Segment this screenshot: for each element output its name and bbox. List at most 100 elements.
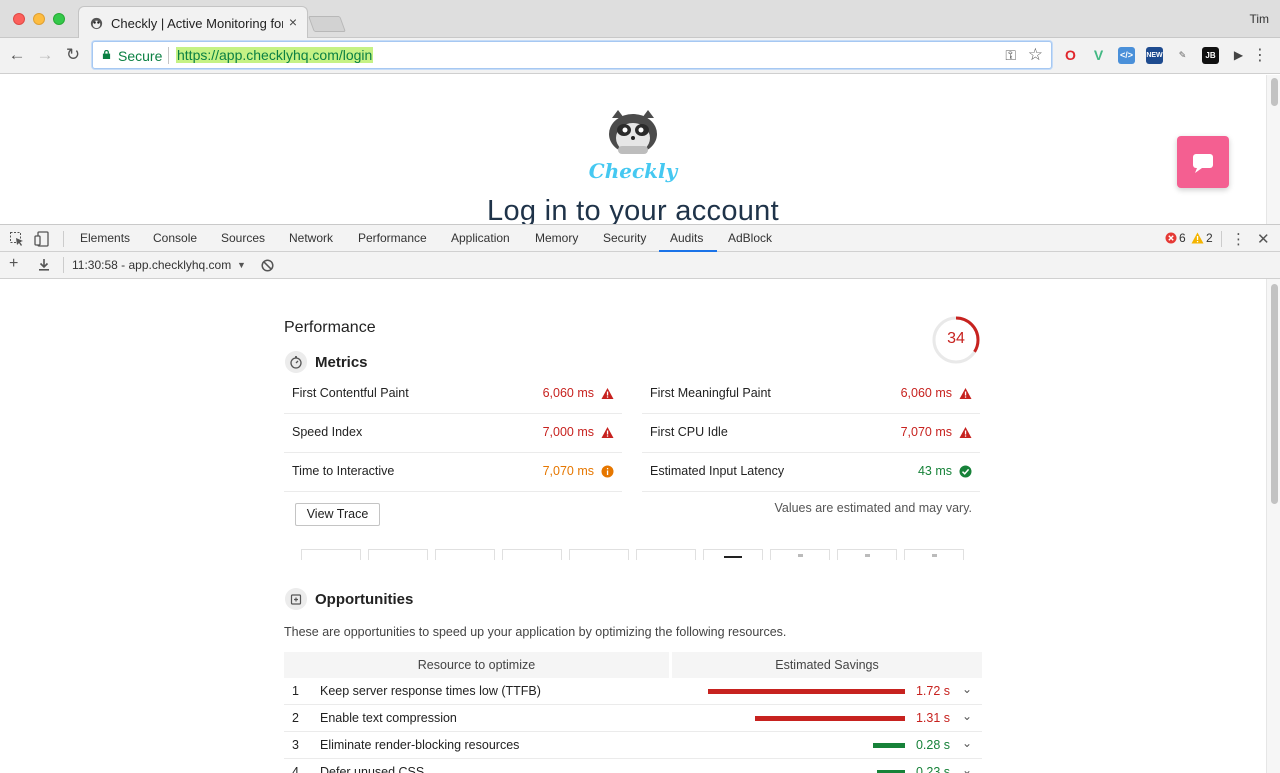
devtools-separator xyxy=(63,231,64,247)
devtools-scrollbar[interactable] xyxy=(1266,279,1280,773)
filmstrip-frame xyxy=(301,549,361,560)
tab-close-icon[interactable]: × xyxy=(289,14,297,30)
fail-triangle-icon xyxy=(601,388,614,399)
blue-extension-icon[interactable]: </> xyxy=(1118,47,1135,64)
secure-label: Secure xyxy=(118,48,163,64)
clear-reports-icon[interactable] xyxy=(261,259,274,272)
download-report-icon[interactable] xyxy=(37,258,51,272)
metric-row: First CPU Idle 7,070 ms xyxy=(642,414,980,453)
metric-row: Estimated Input Latency 43 ms xyxy=(642,453,980,492)
opera-extension-icon[interactable]: O xyxy=(1062,47,1079,64)
tab-adblock[interactable]: AdBlock xyxy=(728,231,772,245)
filmstrip-frame xyxy=(770,549,830,560)
tab-application[interactable]: Application xyxy=(451,231,510,245)
audit-report: Performance 34 Metrics First Contentful … xyxy=(0,279,1266,773)
close-devtools-icon[interactable]: ✕ xyxy=(1257,230,1270,248)
tab-security[interactable]: Security xyxy=(603,231,646,245)
view-trace-button[interactable]: View Trace xyxy=(295,503,380,526)
chevron-down-icon[interactable]: ⌄ xyxy=(962,736,972,750)
error-count[interactable]: 6 xyxy=(1179,231,1186,245)
metric-value: 7,000 ms xyxy=(542,425,594,439)
devtools-menu-icon[interactable]: ⋮ xyxy=(1231,230,1246,248)
opportunities-description: These are opportunities to speed up your… xyxy=(284,625,787,639)
tab-network[interactable]: Network xyxy=(289,231,333,245)
savings-bar xyxy=(708,689,905,694)
metrics-title: Metrics xyxy=(315,354,368,371)
chat-button[interactable] xyxy=(1177,136,1229,188)
opportunity-row[interactable]: 4 Defer unused CSS 0.23 s ⌄ xyxy=(284,759,982,773)
opportunity-row[interactable]: 2 Enable text compression 1.31 s ⌄ xyxy=(284,705,982,732)
tab-sources[interactable]: Sources xyxy=(221,231,265,245)
estimated-note: Values are estimated and may vary. xyxy=(774,501,972,515)
back-arrow-icon[interactable]: ← xyxy=(7,45,27,65)
chat-bubble-icon xyxy=(1193,154,1213,173)
page-scrollbar-thumb[interactable] xyxy=(1271,78,1278,106)
tab-audits[interactable]: Audits xyxy=(670,231,703,245)
camera-extension-icon[interactable]: ▶ xyxy=(1230,47,1247,64)
metric-value: 6,060 ms xyxy=(542,386,594,400)
page-viewport: Checkly Log in to your account xyxy=(0,75,1266,224)
device-toolbar-icon[interactable] xyxy=(34,231,50,247)
new-tab-button[interactable] xyxy=(308,16,346,32)
metric-label: Estimated Input Latency xyxy=(650,464,785,478)
metric-label: Time to Interactive xyxy=(292,464,395,478)
tab-console[interactable]: Console xyxy=(153,231,197,245)
opportunities-title: Opportunities xyxy=(315,591,414,608)
browser-menu-icon[interactable]: ⋮ xyxy=(1252,45,1268,65)
tab-elements[interactable]: Elements xyxy=(80,231,130,245)
opportunity-number: 1 xyxy=(292,684,299,698)
chevron-down-icon[interactable]: ⌄ xyxy=(962,682,972,696)
forward-arrow-icon[interactable]: → xyxy=(35,45,55,65)
devtools-scrollbar-thumb[interactable] xyxy=(1271,284,1278,504)
bookmark-star-icon[interactable]: ☆ xyxy=(1028,45,1043,65)
metric-label: First CPU Idle xyxy=(650,425,728,439)
address-bar[interactable]: Secure https://app.checklyhq.com/login ⚿… xyxy=(92,41,1052,69)
filmstrip-frame xyxy=(636,549,696,560)
jetbrains-extension-icon[interactable]: JB xyxy=(1202,47,1219,64)
report-selector[interactable]: 11:30:58 - app.checklyhq.com xyxy=(72,258,231,272)
page-scrollbar[interactable] xyxy=(1266,75,1280,224)
metric-value: 43 ms xyxy=(917,464,952,478)
report-dropdown-chevron-icon[interactable]: ▼ xyxy=(237,260,246,270)
chevron-down-icon[interactable]: ⌄ xyxy=(962,763,972,773)
error-icon xyxy=(1165,232,1177,244)
opportunity-row[interactable]: 1 Keep server response times low (TTFB) 1.… xyxy=(284,678,982,705)
lock-icon xyxy=(102,50,111,59)
raccoon-favicon-icon xyxy=(90,17,103,30)
filmstrip-frame xyxy=(569,549,629,560)
opportunity-label: Keep server response times low (TTFB) xyxy=(320,684,541,698)
url-text[interactable]: https://app.checklyhq.com/login xyxy=(176,47,374,63)
tab-memory[interactable]: Memory xyxy=(535,231,578,245)
opportunity-row[interactable]: 3 Eliminate render-blocking resources 0.28… xyxy=(284,732,982,759)
metric-row: First Contentful Paint 6,060 ms xyxy=(284,375,622,414)
average-info-icon xyxy=(601,465,614,478)
new-extension-icon[interactable]: NEW xyxy=(1146,47,1163,64)
warning-count[interactable]: 2 xyxy=(1206,231,1213,245)
key-icon[interactable]: ⚿ xyxy=(1005,47,1016,64)
stopwatch-icon xyxy=(285,351,307,373)
savings-value: 1.31 s xyxy=(915,711,950,725)
inspect-element-icon[interactable] xyxy=(9,231,25,247)
reload-icon[interactable]: ↻ xyxy=(63,45,83,65)
metric-value: 6,060 ms xyxy=(900,386,952,400)
profile-name[interactable]: Tim xyxy=(1249,12,1269,26)
chevron-down-icon[interactable]: ⌄ xyxy=(962,709,972,723)
pass-check-icon xyxy=(959,465,972,478)
vue-devtools-extension-icon[interactable]: V xyxy=(1090,47,1107,64)
pen-extension-icon[interactable]: ✎ xyxy=(1174,47,1191,64)
maximize-window-button[interactable] xyxy=(53,13,65,25)
address-separator xyxy=(168,47,169,64)
metric-row: Time to Interactive 7,070 ms xyxy=(284,453,622,492)
tab-performance[interactable]: Performance xyxy=(358,231,427,245)
metric-label: Speed Index xyxy=(292,425,363,439)
close-window-button[interactable] xyxy=(13,13,25,25)
opportunity-label: Eliminate render-blocking resources xyxy=(320,738,520,752)
toolbar-separator xyxy=(63,257,64,273)
browser-tab[interactable]: Checkly | Active Monitoring for × xyxy=(78,6,308,38)
column-resource: Resource to optimize xyxy=(284,652,669,678)
login-title: Log in to your account xyxy=(487,195,779,224)
new-audit-icon[interactable]: + xyxy=(9,255,18,273)
savings-value: 1.72 s xyxy=(915,684,950,698)
minimize-window-button[interactable] xyxy=(33,13,45,25)
filmstrip-frame xyxy=(837,549,897,560)
